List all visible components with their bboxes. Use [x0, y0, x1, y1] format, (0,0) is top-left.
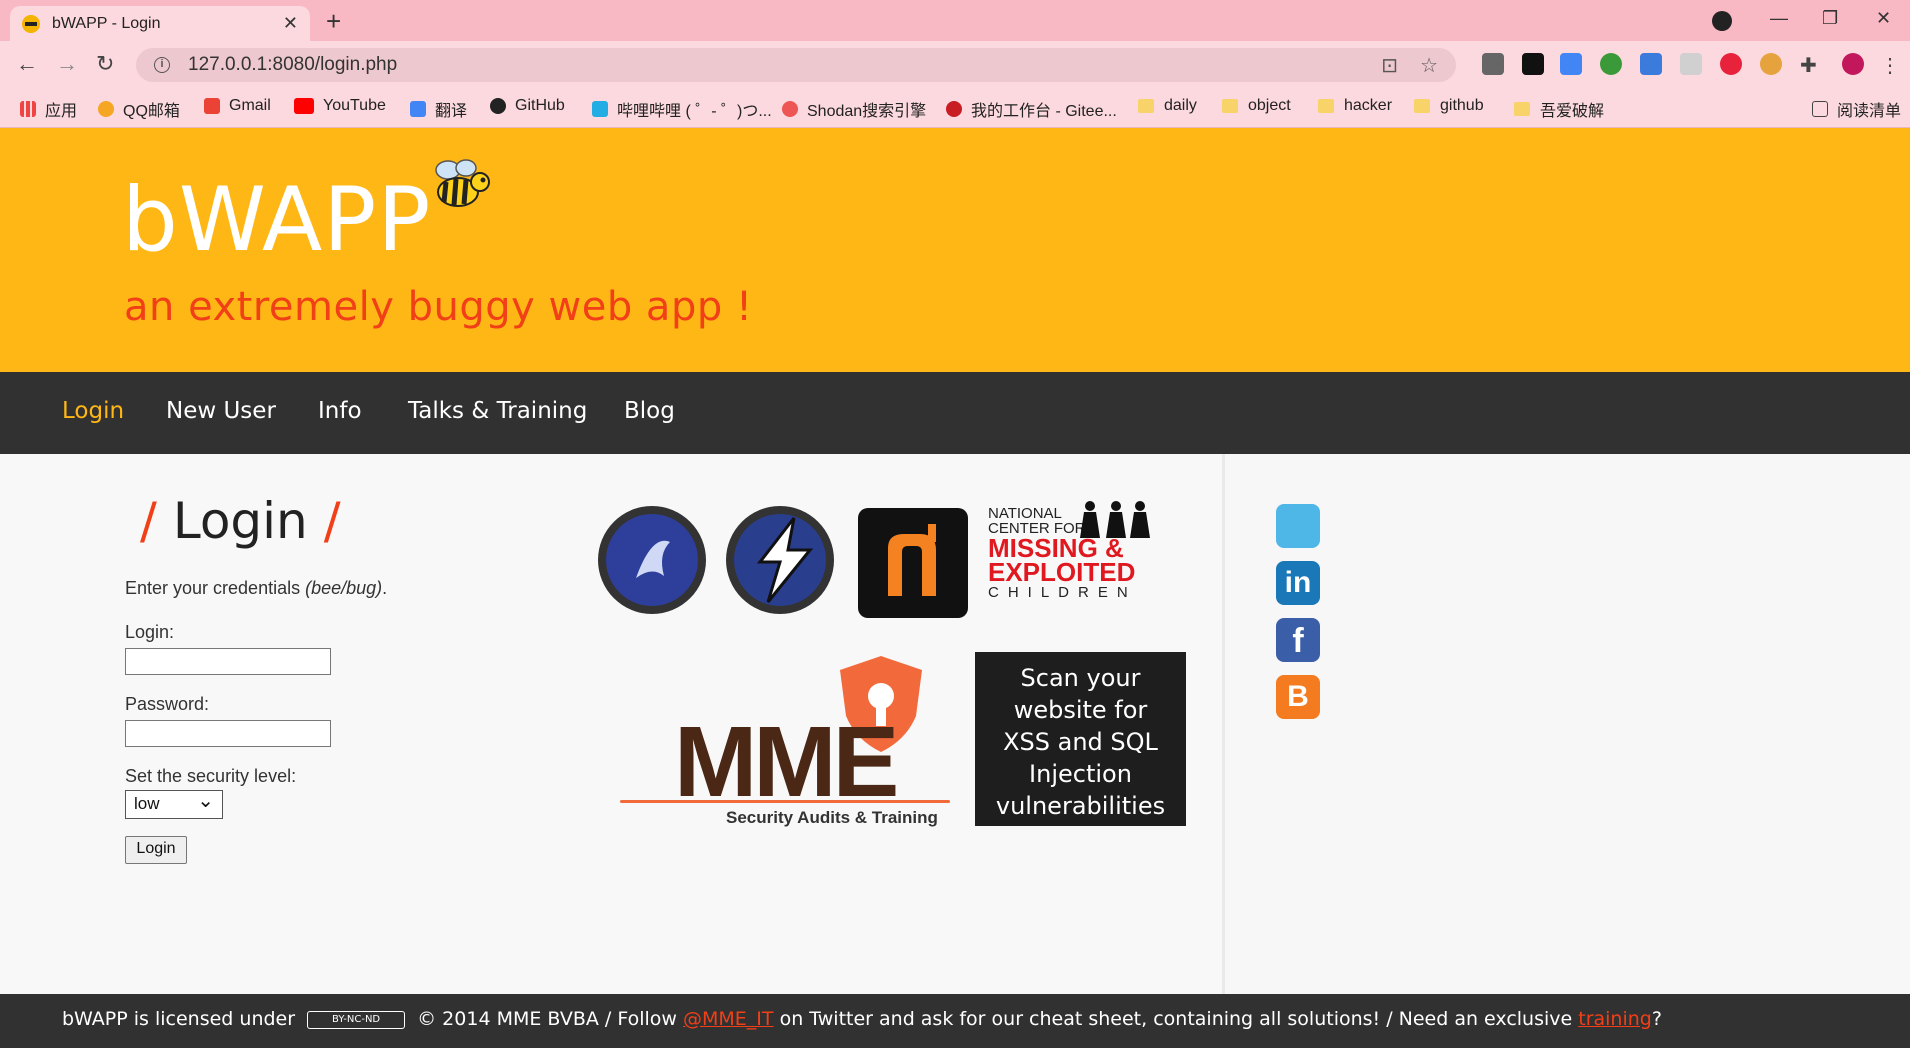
menu-login[interactable]: Login: [62, 398, 124, 424]
shodan-icon: [782, 101, 798, 117]
ncmec-logo[interactable]: NATIONAL CENTER FOR MISSING & EXPLOITED …: [988, 501, 1168, 616]
folder-icon: [1138, 99, 1154, 113]
tab-title: bWAPP - Login: [52, 14, 161, 32]
extension-bird-icon[interactable]: [1680, 53, 1702, 75]
minimize-icon[interactable]: —: [1770, 8, 1788, 29]
back-icon[interactable]: ←: [16, 51, 38, 77]
gitee-icon: [946, 101, 962, 117]
facebook-icon[interactable]: f: [1276, 618, 1320, 662]
restore-icon[interactable]: ❐: [1822, 8, 1838, 29]
download-icon[interactable]: [1482, 53, 1504, 75]
folder-icon: [1318, 99, 1334, 113]
mme-logo[interactable]: MME Security Audits & Training: [620, 654, 950, 830]
bookmark-hacker[interactable]: hacker: [1318, 97, 1392, 115]
bookmark-bilibili[interactable]: 哔哩哔哩 ( ゜- ゜)つ...: [592, 97, 772, 121]
translate-icon[interactable]: ⊡: [1381, 53, 1398, 78]
training-link[interactable]: training: [1578, 1008, 1652, 1030]
password-input[interactable]: [125, 720, 331, 747]
bookmark-gitee[interactable]: 我的工作台 - Gitee...: [946, 97, 1117, 121]
google-translate-icon[interactable]: [1560, 53, 1582, 75]
folder-icon: [1414, 99, 1430, 113]
children-silhouette-icon: [1080, 501, 1150, 538]
star-icon[interactable]: ☆: [1420, 53, 1438, 78]
puzzle-icon[interactable]: ✚: [1800, 53, 1822, 77]
bee-favicon-icon: [22, 14, 40, 33]
security-level-select[interactable]: low: [125, 788, 223, 819]
profile-menu-icon[interactable]: [1712, 11, 1732, 31]
bookmark-youtube[interactable]: YouTube: [294, 97, 386, 115]
netsparker-logo[interactable]: [858, 508, 968, 618]
menu-dots-icon[interactable]: ⋮: [1880, 53, 1902, 77]
bookmark-github-folder[interactable]: github: [1414, 97, 1484, 115]
menu-new-user[interactable]: New User: [166, 398, 276, 424]
qq-mail-icon: [98, 101, 114, 117]
owasp-logo[interactable]: [596, 504, 708, 616]
info-icon[interactable]: i: [154, 57, 170, 73]
bookmark-translate[interactable]: 翻译: [410, 97, 467, 121]
new-tab-icon[interactable]: +: [326, 8, 341, 34]
bookmark-52pojie[interactable]: 吾爱破解: [1514, 97, 1604, 121]
gmail-icon: [204, 98, 220, 114]
bookmark-object[interactable]: object: [1222, 97, 1291, 115]
folder-icon: [1222, 99, 1238, 113]
adblock-icon[interactable]: [1720, 53, 1742, 75]
browser-tab[interactable]: bWAPP - Login ✕: [10, 6, 310, 41]
extension-globe-icon[interactable]: [1600, 53, 1622, 75]
page-title: / Login /: [140, 492, 341, 550]
menu-info[interactable]: Info: [318, 398, 362, 424]
security-level-label: Set the security level:: [125, 766, 297, 786]
footer-text: bWAPP is licensed under BY-NC-ND © 2014 …: [62, 1008, 1662, 1030]
bee-icon: [435, 159, 490, 207]
reading-list[interactable]: 阅读清单: [1812, 97, 1901, 121]
youtube-icon: [294, 98, 314, 114]
login-input[interactable]: [125, 648, 331, 675]
scan-banner[interactable]: Scan your website for XSS and SQL Inject…: [975, 652, 1186, 826]
browser-tab-strip: bWAPP - Login ✕ + — ❐ ✕: [0, 0, 1910, 41]
bookmark-github[interactable]: GitHub: [490, 97, 565, 115]
reading-list-icon: [1812, 101, 1828, 117]
site-footer: bWAPP is licensed under BY-NC-ND © 2014 …: [0, 994, 1910, 1048]
reload-icon[interactable]: ↻: [96, 51, 114, 77]
bookmark-daily[interactable]: daily: [1138, 97, 1197, 115]
github-icon: [490, 98, 506, 114]
login-button[interactable]: Login: [125, 836, 187, 864]
extension-ring-icon[interactable]: [1760, 53, 1782, 75]
bookmark-gmail[interactable]: Gmail: [204, 97, 271, 115]
site-logo: bWAPP: [122, 168, 432, 271]
login-intro: Enter your credentials (bee/bug).: [125, 578, 388, 598]
menu-blog[interactable]: Blog: [624, 398, 675, 424]
login-label: Login:: [125, 622, 175, 642]
site-header: bWAPP an extremely buggy web app !: [0, 128, 1910, 372]
linkedin-icon[interactable]: in: [1276, 561, 1320, 605]
twitter-icon[interactable]: [1276, 504, 1320, 548]
translate-bookmark-icon: [410, 101, 426, 117]
zap-logo[interactable]: [724, 504, 836, 616]
folder-icon: [1514, 102, 1530, 116]
browser-toolbar: ← → ↻ i 127.0.0.1:8080/login.php ⊡ ☆ ✚ ⋮: [0, 41, 1910, 88]
cc-license-badge[interactable]: BY-NC-ND: [307, 1010, 406, 1029]
close-icon[interactable]: ✕: [283, 13, 298, 34]
main-menu: Login New User Info Talks & Training Blo…: [0, 372, 1910, 454]
url-text[interactable]: 127.0.0.1:8080/login.php: [188, 54, 1359, 76]
twitter-link[interactable]: @MME_IT: [683, 1008, 774, 1030]
window-close-icon[interactable]: ✕: [1876, 8, 1891, 29]
blogger-icon[interactable]: B: [1276, 675, 1320, 719]
bookmark-shodan[interactable]: Shodan搜索引擎: [782, 97, 926, 121]
address-bar[interactable]: i 127.0.0.1:8080/login.php ⊡ ☆: [136, 48, 1456, 82]
bookmark-qqmail[interactable]: QQ邮箱: [98, 97, 180, 121]
main-content: / Login / Enter your credentials (bee/bu…: [0, 454, 1225, 994]
site-tagline: an extremely buggy web app !: [124, 284, 753, 330]
extension-layers-icon[interactable]: [1640, 53, 1662, 75]
menu-talks-training[interactable]: Talks & Training: [408, 398, 587, 424]
apps-grid-icon: [20, 101, 36, 117]
avatar[interactable]: [1842, 53, 1864, 75]
bilibili-icon: [592, 101, 608, 117]
bookmarks-bar: 应用 QQ邮箱 Gmail YouTube 翻译 GitHub 哔哩哔哩 ( ゜…: [0, 88, 1910, 128]
password-label: Password:: [125, 694, 210, 714]
bookmark-apps[interactable]: 应用: [20, 97, 77, 121]
extension-icon[interactable]: [1522, 53, 1544, 75]
forward-icon[interactable]: →: [56, 51, 78, 77]
